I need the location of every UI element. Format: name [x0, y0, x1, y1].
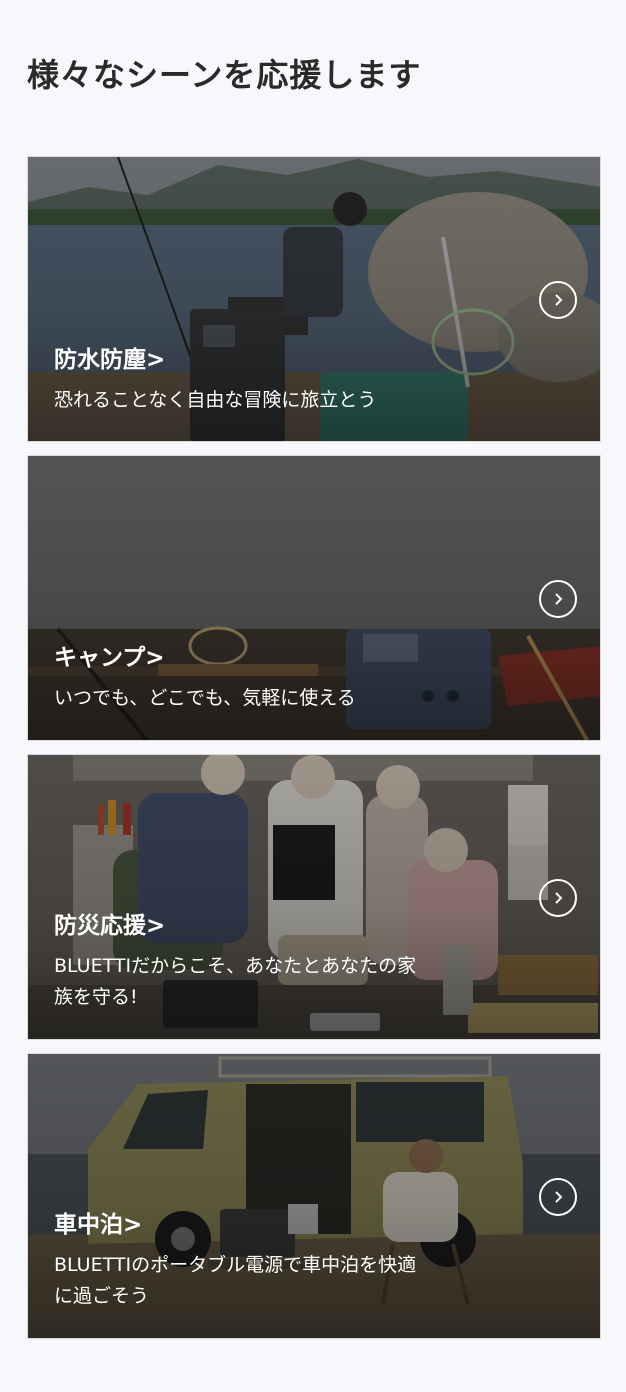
- card-waterproof[interactable]: 防水防塵> 恐れることなく自由な冒険に旅立とう: [27, 156, 601, 442]
- card-heading: 防災応援>: [54, 913, 166, 939]
- card-heading: キャンプ>: [54, 645, 165, 671]
- card-description: いつでも、どこでも、気軽に使える: [54, 687, 356, 709]
- card-camping[interactable]: キャンプ> いつでも、どこでも、気軽に使える: [27, 455, 601, 741]
- card-description: BLUETTIだからこそ、あなたとあなたの家族を守る!: [54, 955, 417, 1008]
- section-title: 様々なシーンを応援します: [27, 56, 422, 94]
- card-arrow-button[interactable]: [539, 580, 577, 618]
- card-car-camping[interactable]: 車中泊> BLUETTIのポータブル電源で車中泊を快適に過ごそう: [27, 1053, 601, 1339]
- card-disaster-prevention[interactable]: 防災応援> BLUETTIだからこそ、あなたとあなたの家族を守る!: [27, 754, 601, 1040]
- chevron-right-icon: [555, 892, 563, 904]
- page: 様々なシーンを応援します 防水防塵> 恐れることなく自由な冒険に旅立とう キャン…: [0, 0, 626, 1392]
- card-arrow-button[interactable]: [539, 879, 577, 917]
- chevron-right-icon: [555, 1191, 563, 1203]
- card-arrow-button[interactable]: [539, 1178, 577, 1216]
- card-arrow-button[interactable]: [539, 281, 577, 319]
- card-heading: 車中泊>: [54, 1212, 143, 1238]
- card-heading: 防水防塵>: [54, 347, 166, 373]
- card-description: 恐れることなく自由な冒険に旅立とう: [54, 389, 377, 411]
- chevron-right-icon: [555, 294, 563, 306]
- card-description: BLUETTIのポータブル電源で車中泊を快適に過ごそう: [54, 1254, 417, 1307]
- chevron-right-icon: [555, 593, 563, 605]
